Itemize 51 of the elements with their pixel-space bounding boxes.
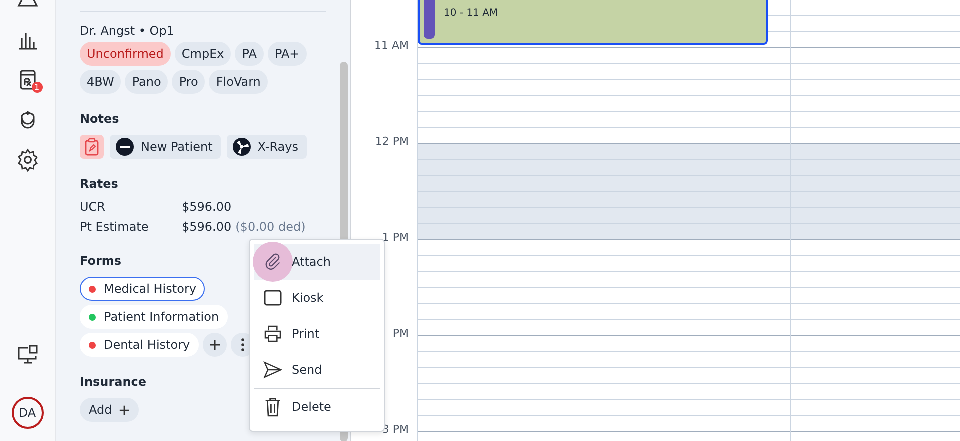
form-chip[interactable]: Dental History <box>80 333 200 357</box>
menu-item[interactable]: Send <box>254 352 380 388</box>
procedure-tag: FloVarn <box>209 70 268 94</box>
radiation-icon <box>232 138 251 156</box>
menu-item[interactable]: Kiosk <box>254 280 380 316</box>
rate-value: $596.00 <box>182 200 232 214</box>
user-avatar[interactable]: DA <box>12 397 44 429</box>
plus-icon <box>209 339 222 351</box>
time-label: 11 AM <box>374 39 409 52</box>
monitor-icon[interactable] <box>16 343 40 367</box>
section-heading: Insurance <box>80 375 147 389</box>
add-insurance-button[interactable]: Add <box>80 398 140 422</box>
menu-item[interactable]: Delete <box>254 389 380 425</box>
note-chip[interactable]: New Patient <box>110 135 221 159</box>
provider-text: Dr. Angst • Op1 <box>80 24 176 38</box>
procedure-tag: Pro <box>172 70 206 94</box>
section-heading: Notes <box>80 112 120 126</box>
deductible-text: ($0.00 ded) <box>236 220 306 234</box>
procedure-tag: 4BW <box>80 70 122 94</box>
rate-label: UCR <box>80 200 106 214</box>
rate-value: $596.00 <box>182 220 232 234</box>
section-heading: Rates <box>80 177 118 191</box>
time-label: 12 PM <box>375 135 409 148</box>
clipboard-icon <box>84 138 100 156</box>
procedure-tag: CmpEx <box>174 42 232 66</box>
time-label: 1 PM <box>382 231 409 244</box>
procedure-tag: Pano <box>125 70 168 94</box>
plus-icon <box>119 404 130 416</box>
note-chip[interactable]: X-Rays <box>226 135 307 159</box>
procedure-tag: PA <box>235 42 264 66</box>
notification-badge: 1 <box>32 82 42 93</box>
status-tag: Unconfirmed <box>80 42 171 66</box>
rate-label: Pt Estimate <box>80 220 150 234</box>
printer-icon <box>263 324 283 344</box>
time-label: PM <box>392 327 409 340</box>
add-button[interactable] <box>203 333 228 357</box>
tablet-icon <box>264 290 282 306</box>
clipboard-button[interactable] <box>80 135 104 159</box>
procedure-tag: PA+ <box>268 42 307 66</box>
menu-item[interactable]: Print <box>254 316 380 352</box>
settings-icon[interactable] <box>16 148 40 172</box>
appointment-time: 10 - 11 AM <box>444 8 498 19</box>
trash-icon <box>264 397 282 417</box>
paperclip-icon <box>264 253 282 271</box>
appointment-block[interactable]: 10 - 11 AM <box>418 0 768 45</box>
send-icon <box>263 361 283 379</box>
section-heading: Forms <box>80 254 122 268</box>
menu-item[interactable]: Attach <box>254 244 380 280</box>
form-chip[interactable]: Medical History <box>80 277 206 301</box>
form-chip[interactable]: Patient Information <box>80 305 228 329</box>
more-icon <box>241 338 246 352</box>
